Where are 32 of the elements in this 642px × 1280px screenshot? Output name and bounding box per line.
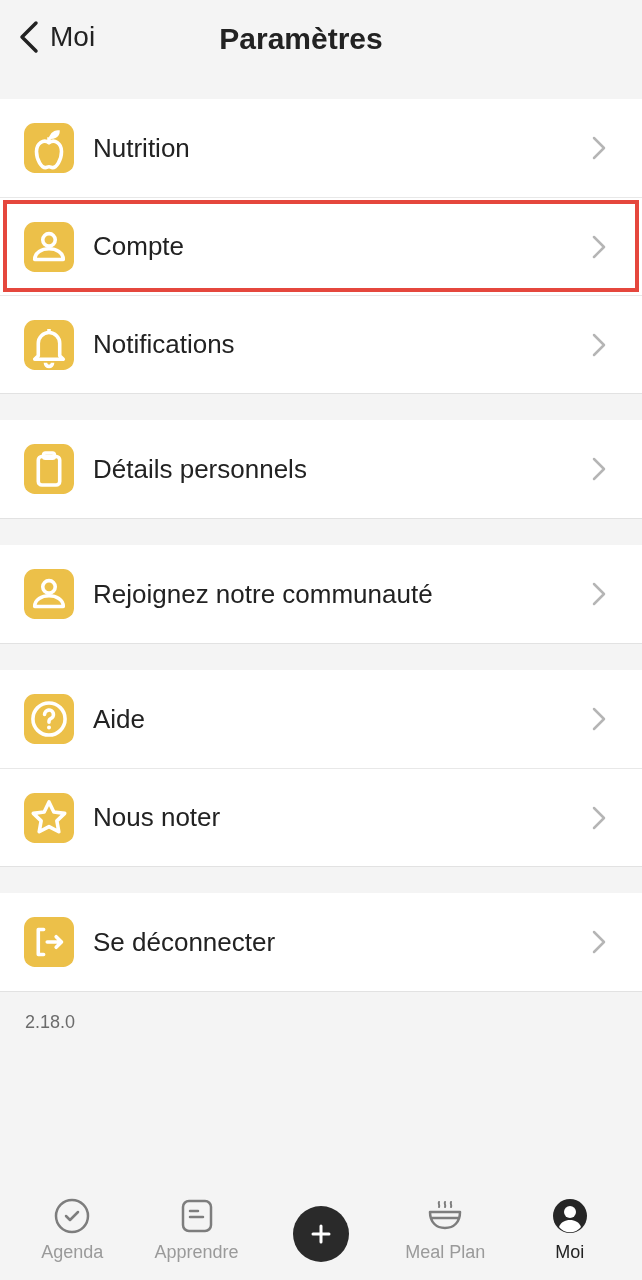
- chevron-left-icon: [18, 20, 40, 54]
- settings-row[interactable]: Compte: [0, 197, 642, 295]
- chevron-right-icon: [592, 707, 606, 731]
- bell-icon: [24, 319, 74, 370]
- chevron-right-icon: [592, 136, 606, 160]
- chevron-right-icon: [592, 930, 606, 954]
- chevron-right-icon: [592, 332, 606, 357]
- chevron-right-icon: [592, 234, 606, 259]
- person-icon: [24, 569, 74, 619]
- row-label: Se déconnecter: [93, 926, 277, 958]
- row-label: Détails personnels: [93, 453, 308, 485]
- row-label: Compte: [93, 231, 186, 262]
- question-icon: [24, 694, 74, 744]
- exit-icon: [24, 917, 74, 967]
- check-circle-icon[interactable]: [54, 1198, 91, 1234]
- chevron-right-icon: [592, 457, 606, 481]
- chevron-right-icon: [592, 805, 606, 830]
- page-title: Paramètres: [219, 22, 383, 56]
- person-icon: [24, 221, 74, 272]
- row-label: Nous noter: [93, 802, 222, 833]
- back-button[interactable]: Moi: [18, 20, 96, 54]
- row-label: Aide: [93, 703, 147, 735]
- apple-icon: [24, 123, 74, 173]
- plus-icon: [309, 1223, 332, 1245]
- row-label: Nutrition: [93, 132, 191, 164]
- row-label: Rejoignez notre communauté: [93, 578, 434, 610]
- version-text: 2.18.0: [25, 1012, 77, 1033]
- row-label: Notifications: [93, 329, 236, 360]
- avatar-icon[interactable]: [551, 1198, 588, 1234]
- tab[interactable]: Moi: [510, 1188, 629, 1263]
- clipboard-icon: [24, 444, 74, 494]
- chevron-right-icon: [592, 582, 606, 606]
